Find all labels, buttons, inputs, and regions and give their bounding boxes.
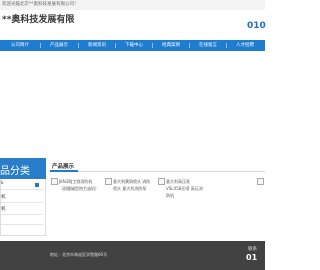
nav-item-about[interactable]: 公司简介 [2, 40, 38, 51]
footer-tel-label: 联系 [248, 247, 257, 252]
company-name: **奥科技发展有限 [2, 15, 75, 25]
category-divider [1, 202, 43, 203]
nav-item-products[interactable]: 产品展示 [41, 40, 77, 51]
nav-item-message[interactable]: 在线留言 [190, 40, 226, 51]
nav-item-jobs[interactable]: 人才招聘 [227, 40, 263, 51]
product-caption[interactable]: 意大利黄铜喷头 消防喷头 意大利消防泵 [113, 178, 153, 192]
category-divider [1, 214, 43, 215]
product-card[interactable] [257, 178, 265, 208]
top-bar: 欢迎光临北京**奥科技发展有限公司！ [0, 0, 265, 10]
category-divider [1, 189, 43, 190]
nav-item-cases[interactable]: 经典案例 [153, 40, 189, 51]
category-list: k 机 机 [0, 179, 46, 236]
category-item[interactable]: k [1, 181, 4, 186]
product-caption[interactable]: JKN3BJ工频消防机（耐酸碱型热力油机） [59, 178, 99, 192]
banner-area [0, 51, 265, 155]
main-nav: 公司简介 产品展示 新闻资讯 下载中心 经典案例 在线留言 人才招聘 [0, 40, 265, 51]
category-divider [1, 224, 43, 225]
product-image[interactable] [51, 178, 58, 185]
footer-tel: 01 [246, 253, 258, 262]
product-image[interactable] [257, 178, 264, 185]
product-card[interactable]: JKN3BJ工频消防机（耐酸碱型热力油机） [51, 178, 103, 208]
category-item[interactable]: 机 [1, 194, 6, 200]
nav-item-download[interactable]: 下载中心 [116, 40, 152, 51]
product-image[interactable] [105, 178, 112, 185]
footer-address: 地址：北京市海淀区学院路66号 [50, 252, 108, 257]
welcome-text: 欢迎光临北京**奥科技发展有限公司！ [2, 2, 79, 7]
section-accent [50, 170, 78, 172]
category-item[interactable]: 机 [1, 206, 6, 212]
product-card[interactable]: 意大利高压泵 VSLX5B压喷 高压消防机 [158, 178, 208, 208]
sidebar-title: 品分类 [0, 166, 30, 177]
category-checkbox[interactable] [35, 183, 39, 187]
products-section-title: 产品展示 [52, 164, 75, 170]
footer: 地址：北京市海淀区学院路66号 联系 01 [0, 241, 265, 270]
nav-item-news[interactable]: 新闻资讯 [79, 40, 115, 51]
sidebar-header: 品分类 [0, 158, 46, 179]
product-card[interactable]: 意大利黄铜喷头 消防喷头 意大利消防泵 [105, 178, 155, 208]
section-divider [50, 171, 265, 172]
product-image[interactable] [158, 178, 165, 185]
header-phone: 010 [247, 21, 266, 31]
product-caption[interactable]: 意大利高压泵 VSLX5B压喷 高压消防机 [166, 178, 206, 199]
